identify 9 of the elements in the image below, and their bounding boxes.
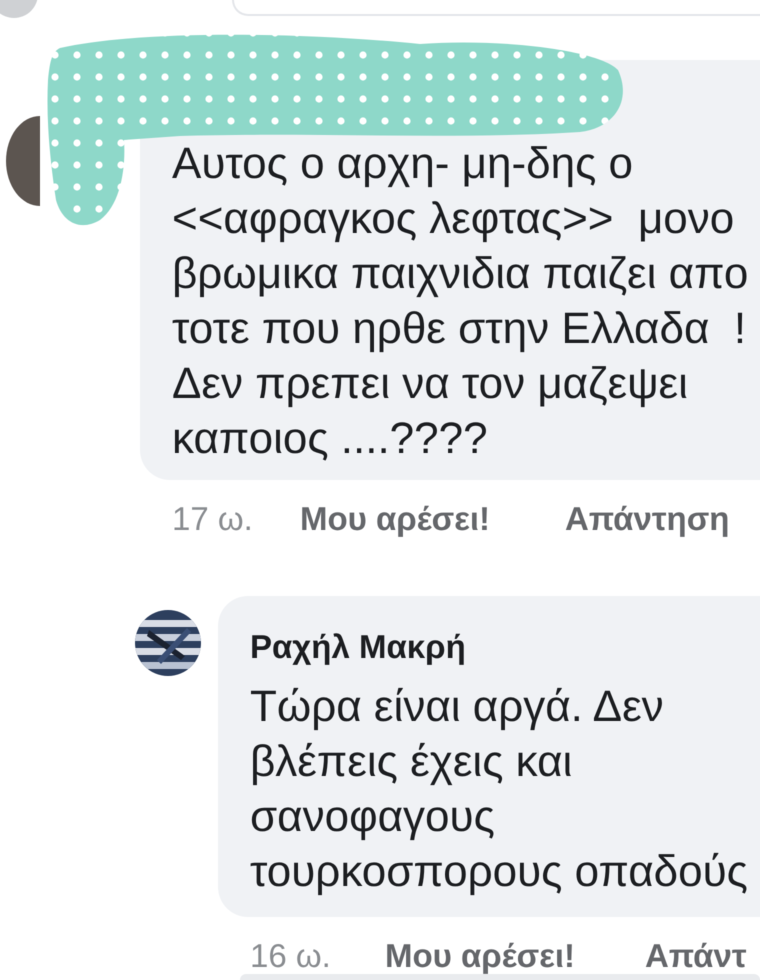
like-link[interactable]: Μου αρέσει! — [385, 931, 645, 980]
timestamp: 17 ω. — [172, 499, 254, 539]
timestamp: 16 ω. — [250, 936, 332, 976]
reply-link[interactable]: Απάντηση — [565, 494, 730, 544]
reply-link[interactable]: Απάντ — [645, 931, 747, 980]
comment-text: Αυτος ο αρχη- μη-δης ο <<αφραγκος λεφτας>> μονο βρωμικα παιχνιδια παιζει απο τοτε που ηρθε στην Ελλαδα ! Δεν πρεπει να τον μαζεψει καποιος ....???? — [172, 138, 750, 465]
comment-text: Τώρα είναι αργά. Δεν βλέπεις έχεις και σανοφαγους τουρκοσπορους οπαδούς — [250, 681, 749, 898]
author-name[interactable]: Ραχήλ Μακρή — [250, 622, 760, 671]
like-link[interactable]: Μου αρέσει! — [300, 494, 565, 544]
